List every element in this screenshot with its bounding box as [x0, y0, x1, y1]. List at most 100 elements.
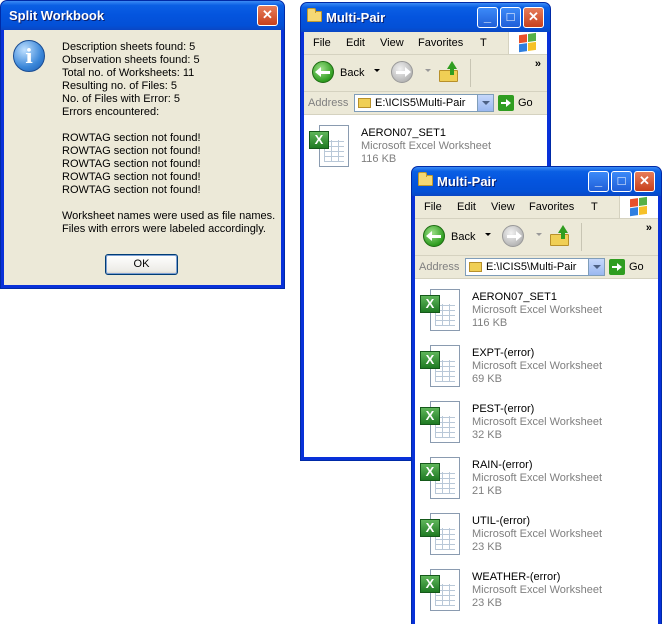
dialog-close-button[interactable]: ✕: [257, 5, 278, 26]
explorer-front-titlebar[interactable]: Multi-Pair _ □ ✕: [412, 167, 661, 196]
explorer-front-client: File Edit View Favorites T Back » Addres…: [415, 196, 658, 624]
file-size: 69 KB: [472, 373, 502, 385]
file-type: Microsoft Excel Worksheet: [472, 304, 603, 316]
excel-file-icon: X: [420, 345, 464, 389]
windows-logo-icon: [508, 32, 547, 54]
folder-icon: [307, 8, 322, 22]
file-size: 23 KB: [472, 597, 502, 609]
dialog-body: i Description sheets found: 5 Observatio…: [4, 30, 281, 285]
toolbar-separator: [581, 223, 582, 251]
back-dropdown-icon[interactable]: [485, 233, 491, 236]
menu-view[interactable]: View: [380, 37, 404, 49]
dialog-title: Split Workbook: [9, 8, 105, 23]
menu-tools[interactable]: T: [480, 37, 487, 49]
menu-bar: File Edit View Favorites T: [304, 32, 547, 55]
excel-file-icon: X: [420, 289, 464, 333]
menu-tools[interactable]: T: [591, 201, 598, 213]
file-list: X AERON07_SET1 Microsoft Excel Worksheet…: [415, 279, 658, 624]
address-field[interactable]: E:\ICIS5\Multi-Pair: [354, 94, 494, 112]
file-item[interactable]: X AERON07_SET1 Microsoft Excel Worksheet…: [420, 287, 640, 337]
toolbar-overflow-icon[interactable]: »: [646, 222, 652, 234]
go-button-label[interactable]: Go: [518, 97, 533, 109]
folder-up-icon[interactable]: [438, 61, 460, 83]
go-button-label[interactable]: Go: [629, 261, 644, 273]
toolbar-overflow-icon[interactable]: »: [535, 58, 541, 70]
back-arrow-icon[interactable]: [423, 225, 445, 247]
address-bar: Address E:\ICIS5\Multi-Pair Go: [304, 92, 547, 115]
information-icon: i: [13, 40, 45, 72]
file-type: Microsoft Excel Worksheet: [361, 140, 492, 152]
minimize-button[interactable]: _: [477, 7, 498, 28]
file-item[interactable]: X PEST-(error) Microsoft Excel Worksheet…: [420, 399, 640, 449]
standard-toolbar: Back »: [304, 55, 547, 92]
menu-favorites[interactable]: Favorites: [418, 37, 463, 49]
address-dropdown-icon[interactable]: [477, 95, 493, 111]
file-type: Microsoft Excel Worksheet: [472, 360, 603, 372]
close-button[interactable]: ✕: [523, 7, 544, 28]
menu-edit[interactable]: Edit: [457, 201, 476, 213]
file-name: RAIN-(error): [472, 459, 533, 471]
excel-file-icon: X: [420, 569, 464, 613]
excel-file-icon: X: [309, 125, 353, 169]
message-line: Resulting no. of Files: 5: [62, 80, 177, 92]
ok-button[interactable]: OK: [105, 254, 178, 275]
message-line: Description sheets found: 5: [62, 41, 196, 53]
forward-dropdown-icon[interactable]: [425, 69, 431, 72]
explorer-back-titlebar[interactable]: Multi-Pair _ □ ✕: [301, 3, 550, 32]
minimize-button[interactable]: _: [588, 171, 609, 192]
file-type: Microsoft Excel Worksheet: [472, 472, 603, 484]
go-arrow-icon[interactable]: [609, 259, 625, 275]
folder-icon: [469, 262, 482, 272]
folder-up-icon[interactable]: [549, 225, 571, 247]
file-item[interactable]: X RAIN-(error) Microsoft Excel Worksheet…: [420, 455, 640, 505]
excel-file-icon: X: [420, 401, 464, 445]
file-name: WEATHER-(error): [472, 571, 561, 583]
message-line: ROWTAG section not found!: [62, 184, 201, 196]
split-workbook-dialog: Split Workbook ✕ i Description sheets fo…: [0, 0, 285, 289]
close-button[interactable]: ✕: [634, 171, 655, 192]
file-type: Microsoft Excel Worksheet: [472, 528, 603, 540]
menu-file[interactable]: File: [424, 201, 442, 213]
file-item[interactable]: X WEATHER-(error) Microsoft Excel Worksh…: [420, 567, 640, 617]
go-arrow-icon[interactable]: [498, 95, 514, 111]
menu-file[interactable]: File: [313, 37, 331, 49]
back-button-label[interactable]: Back: [451, 231, 475, 243]
forward-dropdown-icon[interactable]: [536, 233, 542, 236]
forward-arrow-icon[interactable]: [502, 225, 524, 247]
menu-favorites[interactable]: Favorites: [529, 201, 574, 213]
address-field[interactable]: E:\ICIS5\Multi-Pair: [465, 258, 605, 276]
file-size: 116 KB: [361, 153, 397, 165]
file-name: AERON07_SET1: [472, 291, 557, 303]
file-item[interactable]: X EXPT-(error) Microsoft Excel Worksheet…: [420, 343, 640, 393]
maximize-button[interactable]: □: [611, 171, 632, 192]
toolbar-separator: [470, 59, 471, 87]
back-button-label[interactable]: Back: [340, 67, 364, 79]
file-item[interactable]: X UTIL-(error) Microsoft Excel Worksheet…: [420, 511, 640, 561]
message-line: Files with errors were labeled according…: [62, 223, 266, 235]
excel-file-icon: X: [420, 457, 464, 501]
address-dropdown-icon[interactable]: [588, 259, 604, 275]
back-arrow-icon[interactable]: [312, 61, 334, 83]
menu-edit[interactable]: Edit: [346, 37, 365, 49]
file-size: 23 KB: [472, 541, 502, 553]
address-label: Address: [419, 261, 460, 273]
dialog-titlebar[interactable]: Split Workbook ✕: [1, 1, 284, 30]
message-line: Errors encountered:: [62, 106, 160, 118]
message-line: ROWTAG section not found!: [62, 145, 201, 157]
back-dropdown-icon[interactable]: [374, 69, 380, 72]
excel-file-icon: X: [420, 513, 464, 557]
file-size: 32 KB: [472, 429, 502, 441]
file-size: 116 KB: [472, 317, 508, 329]
menu-view[interactable]: View: [491, 201, 515, 213]
maximize-button[interactable]: □: [500, 7, 521, 28]
folder-icon: [358, 98, 371, 108]
message-line: Worksheet names were used as file names.: [62, 210, 276, 222]
windows-logo-icon: [619, 196, 658, 218]
address-value: E:\ICIS5\Multi-Pair: [486, 261, 577, 273]
forward-arrow-icon[interactable]: [391, 61, 413, 83]
message-line: Observation sheets found: 5: [62, 54, 200, 66]
explorer-back-title: Multi-Pair: [326, 10, 386, 25]
standard-toolbar: Back »: [415, 219, 658, 256]
